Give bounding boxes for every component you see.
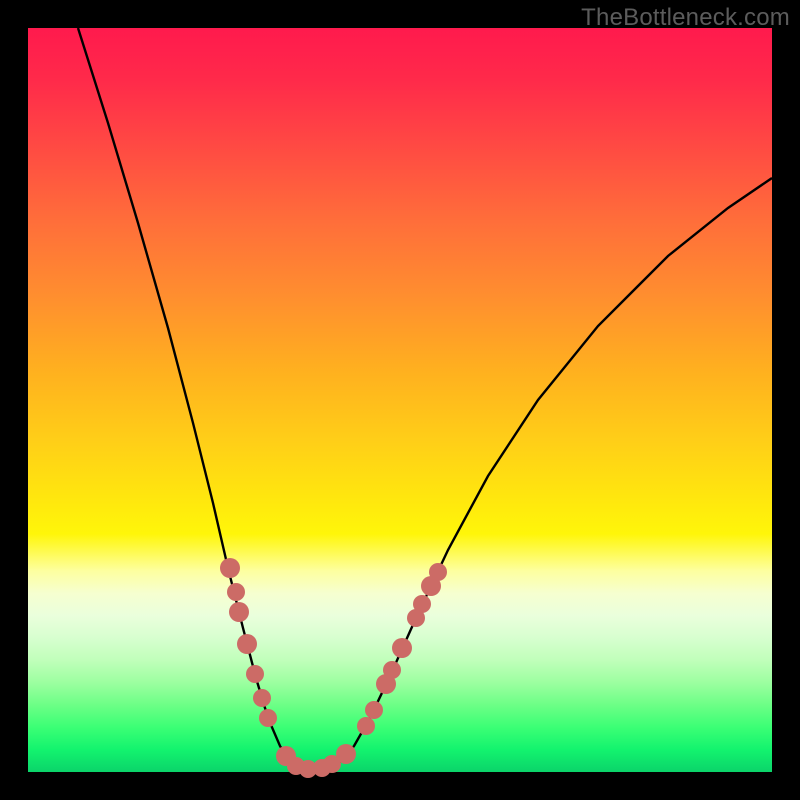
data-point: [336, 744, 356, 764]
data-point: [365, 701, 383, 719]
data-point: [237, 634, 257, 654]
data-point: [357, 717, 375, 735]
data-point: [383, 661, 401, 679]
data-point: [246, 665, 264, 683]
data-point: [229, 602, 249, 622]
data-point: [429, 563, 447, 581]
bottleneck-curve: [28, 28, 772, 772]
data-point: [259, 709, 277, 727]
plot-area: [28, 28, 772, 772]
data-point: [220, 558, 240, 578]
chart-frame: TheBottleneck.com: [0, 0, 800, 800]
data-point: [392, 638, 412, 658]
data-point: [253, 689, 271, 707]
data-point: [413, 595, 431, 613]
curve-left: [78, 28, 308, 771]
data-point: [227, 583, 245, 601]
